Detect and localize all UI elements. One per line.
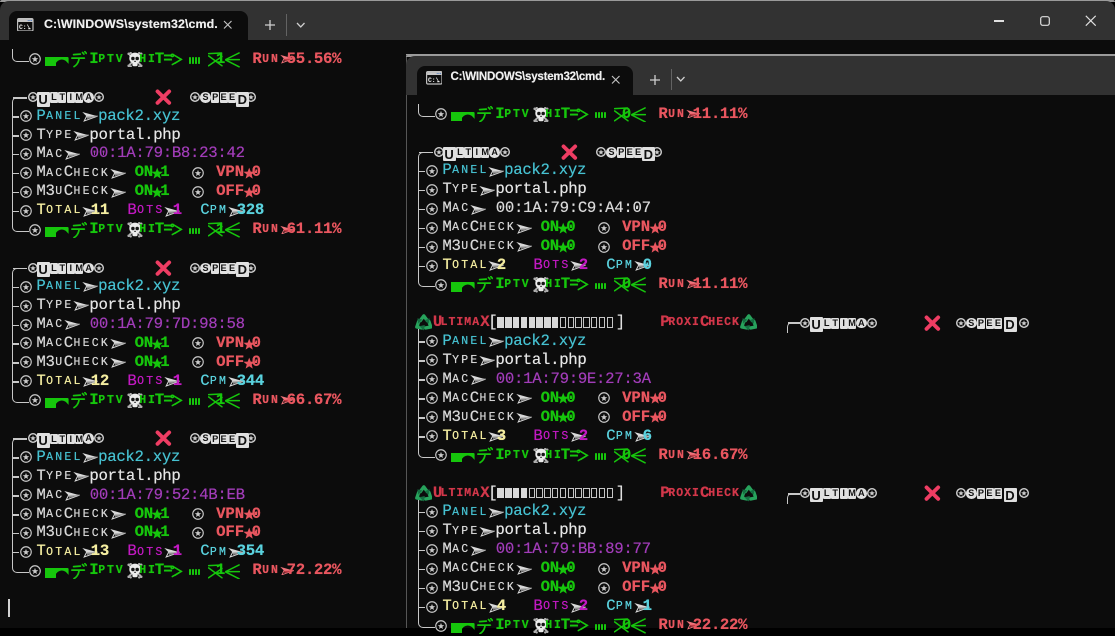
svg-text:C:\: C:\ [19,23,31,30]
svg-text:C:\: C:\ [428,77,440,84]
